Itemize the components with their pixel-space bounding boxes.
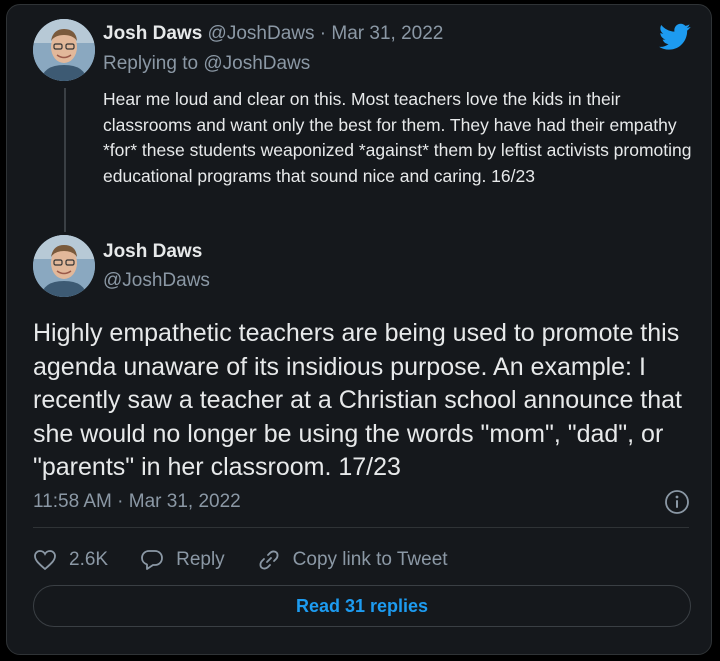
- read-replies-label: Read 31 replies: [295, 595, 429, 616]
- author-name[interactable]: Josh Daws: [103, 241, 202, 263]
- replying-prefix: Replying to: [103, 53, 199, 74]
- divider: [33, 527, 689, 528]
- avatar[interactable]: [33, 235, 95, 297]
- twitter-bird-icon[interactable]: [659, 23, 691, 51]
- avatar-portrait-icon: [33, 19, 95, 81]
- info-icon[interactable]: [664, 489, 690, 515]
- copy-link-label: Copy link to Tweet: [292, 549, 448, 570]
- avatar-portrait-icon: [33, 235, 95, 297]
- tweet-actions: 2.6K Reply Copy link to Tweet: [33, 543, 480, 577]
- tweet-timestamp[interactable]: 11:58 AM · Mar 31, 2022: [33, 491, 241, 513]
- like-count: 2.6K: [69, 549, 109, 570]
- replying-handle-link[interactable]: @JoshDaws: [203, 53, 310, 74]
- author-handle[interactable]: @JoshDaws: [208, 23, 315, 44]
- tweet-date[interactable]: Mar 31, 2022: [331, 23, 443, 44]
- reply-bubble-icon: [141, 550, 163, 570]
- copy-link-button[interactable]: Copy link to Tweet: [257, 548, 448, 572]
- read-replies-button[interactable]: Read 31 replies: [33, 585, 691, 627]
- link-icon: [259, 550, 279, 570]
- reply-label: Reply: [176, 549, 225, 570]
- tweet-card: Josh Daws @JoshDaws · Mar 31, 2022 Reply…: [6, 4, 712, 655]
- separator: ·: [319, 23, 327, 44]
- tweet-text: Highly empathetic teachers are being use…: [33, 319, 682, 481]
- avatar[interactable]: [33, 19, 95, 81]
- thread-connector-line: [64, 88, 66, 232]
- author-handle[interactable]: @JoshDaws: [103, 270, 210, 292]
- like-button[interactable]: 2.6K: [33, 549, 108, 571]
- quoted-tweet-header: Josh Daws @JoshDaws · Mar 31, 2022: [103, 23, 443, 45]
- heart-icon: [34, 550, 56, 571]
- author-name[interactable]: Josh Daws: [103, 23, 202, 44]
- quoted-tweet-text: Hear me loud and clear on this. Most tea…: [103, 89, 692, 186]
- replying-to-line: Replying to @JoshDaws: [103, 53, 310, 75]
- reply-button[interactable]: Reply: [140, 549, 225, 571]
